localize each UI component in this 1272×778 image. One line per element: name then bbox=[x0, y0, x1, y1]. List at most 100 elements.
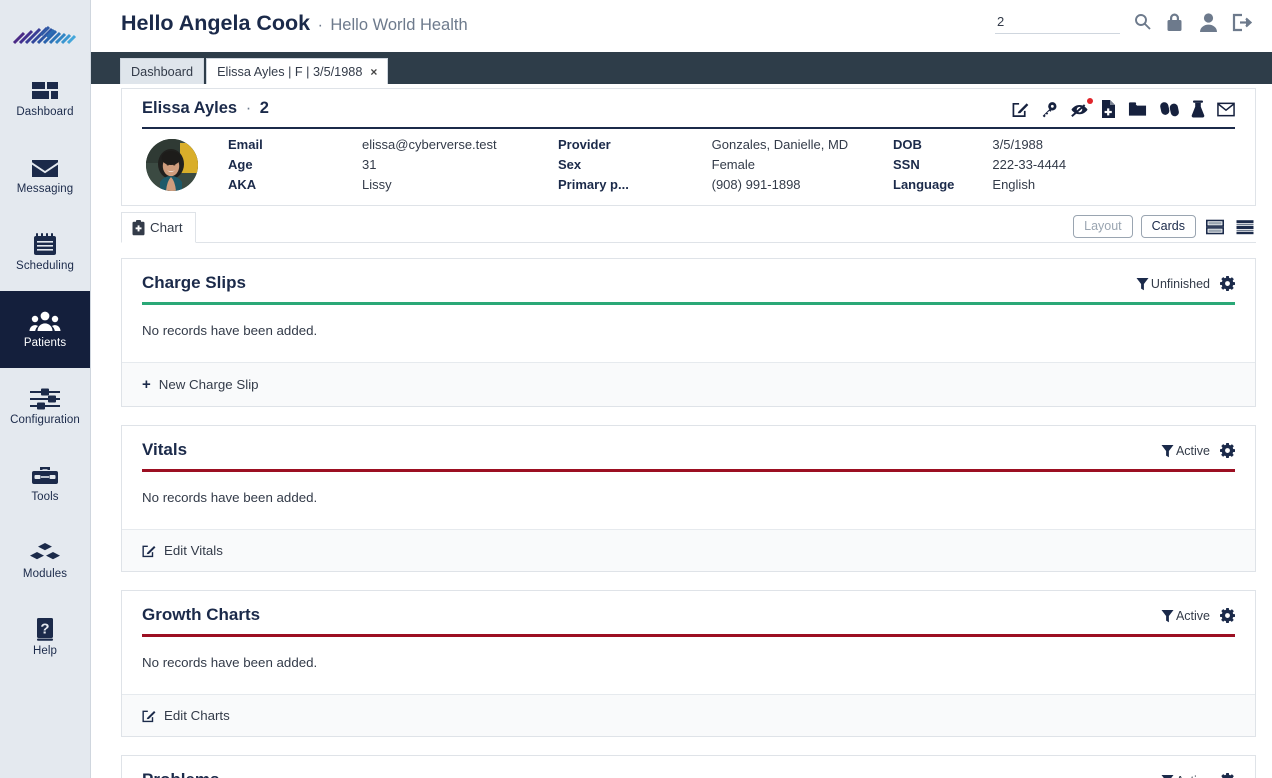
card-charge-slips: Charge Slips Unfinished No records have … bbox=[121, 258, 1256, 407]
card-body: No records have been added. bbox=[142, 490, 318, 505]
user-account-button[interactable] bbox=[1199, 12, 1218, 36]
card-vitals: Vitals Active No records have been added… bbox=[121, 425, 1256, 572]
new-charge-slip-button[interactable]: + New Charge Slip bbox=[122, 362, 1255, 406]
demo-key: Provider bbox=[558, 137, 611, 152]
folder-icon bbox=[1128, 102, 1147, 116]
toolbox-icon bbox=[32, 466, 58, 484]
patient-message-button[interactable] bbox=[1217, 102, 1235, 117]
tab-dashboard[interactable]: Dashboard bbox=[120, 58, 205, 84]
app-logo[interactable] bbox=[0, 0, 90, 60]
card-body: No records have been added. bbox=[142, 323, 318, 338]
gear-icon bbox=[1220, 276, 1235, 291]
list-view-button[interactable] bbox=[1234, 219, 1256, 235]
sidebar-item-dashboard[interactable]: Dashboard bbox=[0, 60, 90, 137]
layout-button[interactable]: Layout bbox=[1073, 215, 1133, 238]
sidebar-item-label: Scheduling bbox=[16, 260, 74, 273]
edit-vitals-button[interactable]: Edit Vitals bbox=[122, 529, 1255, 571]
search-input[interactable] bbox=[995, 12, 1120, 34]
demographics-column-2: Provider Gonzales, Danielle, MD Sex Fema… bbox=[558, 137, 893, 197]
card-filter-label: Active bbox=[1175, 608, 1210, 623]
patient-documents-button[interactable] bbox=[1101, 100, 1116, 118]
demo-value: 3/5/1988 bbox=[992, 137, 1044, 152]
card-settings-problems[interactable] bbox=[1220, 773, 1235, 778]
sidebar-item-messaging[interactable]: Messaging bbox=[0, 137, 90, 214]
sidebar-item-label: Dashboard bbox=[16, 105, 74, 118]
sidebar-item-label: Configuration bbox=[10, 413, 80, 426]
card-header-controls: Active bbox=[1161, 443, 1235, 458]
patient-folder-button[interactable] bbox=[1128, 101, 1147, 117]
demo-key: DOB bbox=[893, 137, 922, 152]
calendar-icon bbox=[34, 233, 56, 256]
demo-key: Age bbox=[228, 157, 253, 172]
patient-labs-button[interactable] bbox=[1191, 100, 1205, 118]
edit-patient-button[interactable] bbox=[1012, 101, 1029, 118]
patient-demographics: Email elissa@cyberverse.test Age 31 AKA … bbox=[122, 129, 1255, 197]
card-filter-problems[interactable]: Active bbox=[1161, 774, 1210, 778]
demo-key: Email bbox=[228, 137, 263, 152]
card-filter-growth-charts[interactable]: Active bbox=[1161, 609, 1210, 623]
lock-button[interactable] bbox=[1165, 12, 1184, 36]
tab-label: Elissa Ayles | F | 3/5/1988 bbox=[217, 64, 363, 79]
tab-close-icon[interactable]: × bbox=[370, 65, 377, 79]
card-filter-label: Unfinished bbox=[1150, 276, 1210, 291]
sidebar-item-patients[interactable]: Patients bbox=[0, 291, 90, 368]
sidebar-item-modules[interactable]: Modules bbox=[0, 522, 90, 599]
clipboard-medical-icon bbox=[132, 219, 145, 235]
patient-name-row: Elissa Ayles · 2 bbox=[142, 99, 269, 118]
card-header: Charge Slips Unfinished bbox=[142, 259, 1235, 302]
file-medical-icon bbox=[1102, 100, 1115, 118]
tab-chart-label: Chart bbox=[150, 220, 183, 235]
edit-icon bbox=[142, 545, 156, 557]
greeting: Hello Angela Cook · Hello World Health bbox=[121, 11, 468, 36]
card-header-controls: Active bbox=[1161, 608, 1235, 623]
sidebar-item-scheduling[interactable]: Scheduling bbox=[0, 214, 90, 291]
card-header: Growth Charts Active bbox=[142, 591, 1235, 634]
card-filter-charge-slips[interactable]: Unfinished bbox=[1136, 277, 1210, 291]
view-controls: Layout Cards bbox=[1073, 215, 1256, 238]
tab-chart[interactable]: Chart bbox=[121, 212, 196, 243]
users-icon bbox=[29, 311, 61, 331]
card-problems: Problems Active No records have been add… bbox=[121, 755, 1256, 778]
plus-icon: + bbox=[142, 376, 151, 393]
search-button[interactable] bbox=[1134, 13, 1151, 33]
gear-icon bbox=[1220, 608, 1235, 623]
card-settings-vitals[interactable] bbox=[1220, 443, 1235, 458]
tab-patient-elissa-ayles[interactable]: Elissa Ayles | F | 3/5/1988 × bbox=[206, 58, 389, 84]
pills-icon bbox=[1160, 101, 1179, 116]
patient-medications-button[interactable] bbox=[1159, 101, 1179, 117]
patient-hidden-alerts-button[interactable] bbox=[1070, 97, 1093, 118]
card-body: No records have been added. bbox=[142, 655, 318, 670]
card-filter-vitals[interactable]: Active bbox=[1161, 444, 1210, 458]
sidebar-item-label: Modules bbox=[22, 567, 68, 580]
sidebar-item-label: Help bbox=[32, 645, 58, 658]
demo-value: 31 bbox=[362, 157, 377, 172]
sidebar-item-tools[interactable]: Tools bbox=[0, 445, 90, 522]
funnel-icon bbox=[1161, 444, 1174, 457]
demo-value: elissa@cyberverse.test bbox=[362, 137, 497, 152]
organization-name: Hello World Health bbox=[330, 16, 468, 34]
demo-key: AKA bbox=[228, 177, 257, 192]
demo-value: Gonzales, Danielle, MD bbox=[711, 137, 849, 152]
logout-button[interactable] bbox=[1231, 12, 1253, 36]
sidebar-item-help[interactable]: ? Help bbox=[0, 599, 90, 676]
funnel-icon bbox=[1161, 774, 1174, 778]
card-settings-growth-charts[interactable] bbox=[1220, 608, 1235, 623]
patient-action-icons bbox=[1012, 97, 1235, 118]
card-settings-charge-slips[interactable] bbox=[1220, 276, 1235, 291]
patient-name: Elissa Ayles bbox=[142, 98, 238, 117]
demographics-column-3: DOB 3/5/1988 SSN 222-33-4444 Language En… bbox=[893, 137, 1066, 197]
demo-key: Primary p... bbox=[558, 177, 629, 192]
sliders-icon bbox=[30, 388, 60, 410]
sidebar-item-configuration[interactable]: Configuration bbox=[0, 368, 90, 445]
sidebar-item-label: Tools bbox=[31, 490, 59, 503]
split-view-button[interactable] bbox=[1204, 219, 1226, 235]
search-icon bbox=[1135, 14, 1151, 30]
card-title: Growth Charts bbox=[142, 605, 261, 624]
patient-access-key-button[interactable] bbox=[1041, 101, 1058, 118]
demo-value: (908) 991-1898 bbox=[711, 177, 801, 192]
cards-button[interactable]: Cards bbox=[1140, 215, 1196, 238]
mountain-slashes-logo-icon bbox=[12, 25, 77, 45]
demo-value: English bbox=[992, 177, 1036, 192]
sidebar: Dashboard Messaging Scheduling Patients bbox=[0, 0, 91, 778]
edit-charts-button[interactable]: Edit Charts bbox=[122, 694, 1255, 736]
